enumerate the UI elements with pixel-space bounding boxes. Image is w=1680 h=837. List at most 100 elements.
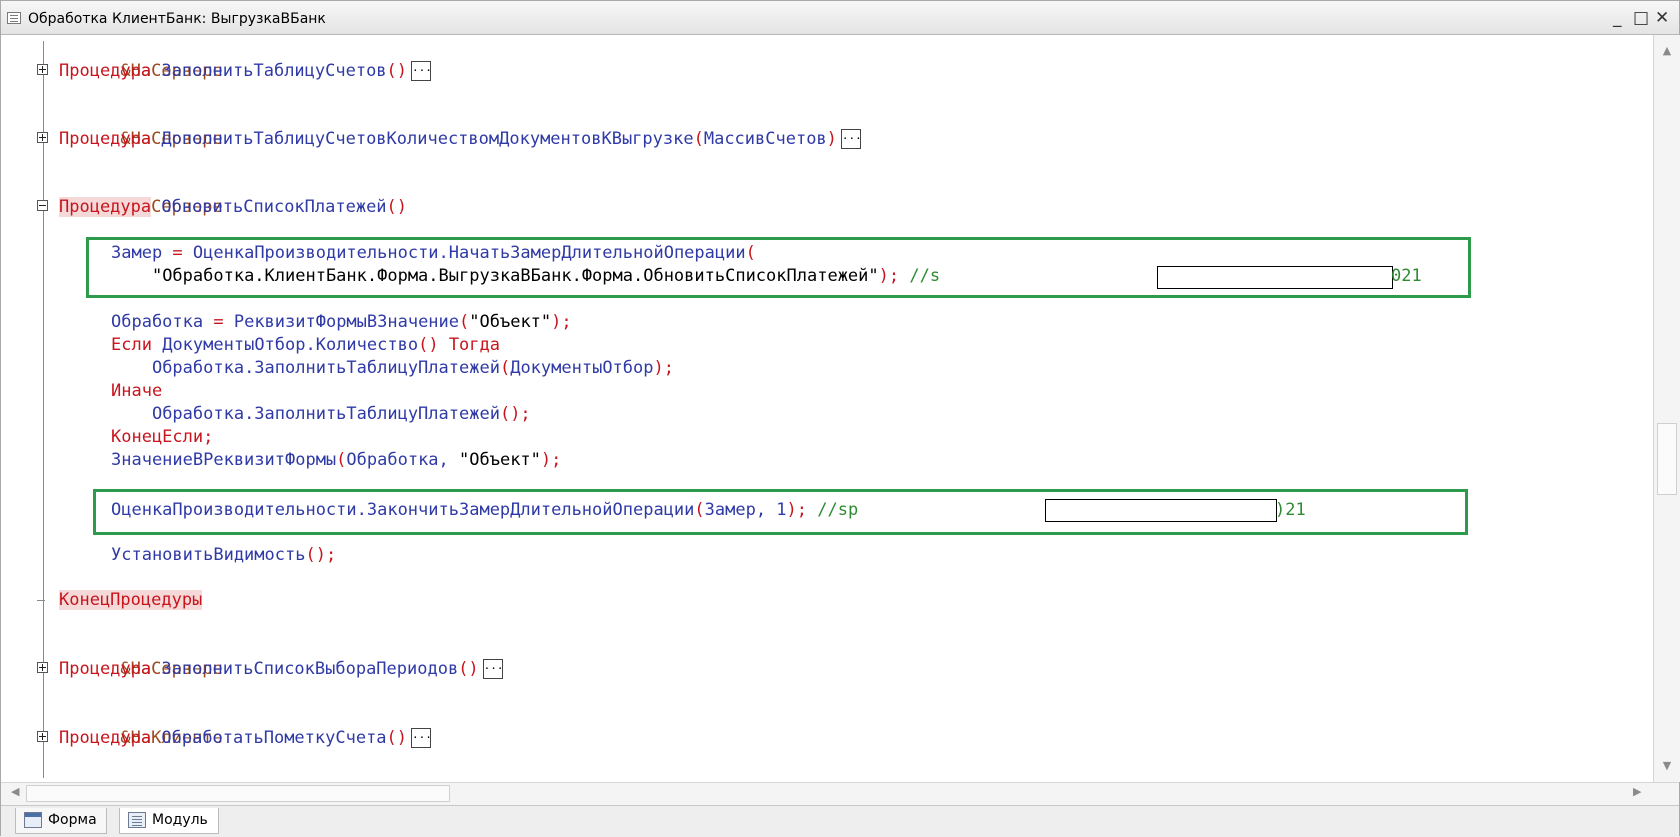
scroll-left-icon[interactable]: ◀ [11,785,19,798]
horizontal-scroll-thumb[interactable] [26,785,450,802]
string-literal: "Объект" [459,450,541,470]
code-line[interactable]: Процедура ЗаполнитьТаблицуСчетов()... [59,60,432,83]
comment: //s [909,266,941,286]
paren: ); [540,450,562,470]
string-literal: "Объект" [469,312,552,332]
fold-expand-icon[interactable] [37,662,48,673]
vertical-scroll-thumb[interactable] [1657,423,1677,495]
scroll-up-icon[interactable]: ▲ [1654,39,1680,63]
code-line[interactable]: Если ДокументыОтбор.Количество() Тогда [111,334,500,357]
procedure-keyword: Процедура [59,728,152,748]
tab-label: Форма [48,812,97,828]
paren: ( [459,312,470,332]
code-line[interactable]: УстановитьВидимость(); [111,544,336,567]
method-call: Обработка.ЗаполнитьТаблицуПлатежей [151,358,500,378]
code-line[interactable]: &НаСервере [59,635,222,679]
method-call: ЗначениеВРеквизитФормы [111,450,337,470]
operator: = [162,243,193,263]
paren: ); [786,500,818,520]
method-call: ОценкаПроизводительности.ЗакончитьЗамерД… [111,500,695,520]
code-line[interactable]: Процедура ОбновитьСписокПлатежей() [59,196,407,219]
form-icon [24,812,42,828]
parens: () [418,335,439,355]
tab-label: Модуль [152,812,208,828]
module-editor-window: Обработка КлиентБанк: ВыгрузкаВБанк _ □ … [0,0,1680,837]
paren: ( [336,450,347,470]
operator: = [203,312,234,332]
method-call: РеквизитФормыВЗначение [233,312,460,332]
collapsed-block-marker[interactable]: ... [840,129,862,149]
code-line[interactable]: &НаСервере [59,37,222,81]
tab-form[interactable]: Форма [15,808,107,834]
code-line[interactable]: Процедура ОбработатьПометкуСчета()... [59,727,432,750]
paren: ( [693,129,704,149]
code-line[interactable]: &НаСервере [59,105,222,149]
else-keyword: Иначе [111,381,163,401]
code-line[interactable]: Обработка.ЗаполнитьТаблицуПлатежей(Докум… [111,357,674,380]
editor-tab-bar: Форма Модуль [1,805,1679,837]
method-call: ДокументыОтбор.Количество [162,335,419,355]
module-icon [128,812,146,828]
variable: Обработка [111,312,204,332]
procedure-name: ЗаполнитьТаблицуСчетов [161,61,387,81]
parens: () [386,61,408,81]
variable: Замер [111,243,163,263]
code-line[interactable]: Процедура ДополнитьТаблицуСчетовКоличест… [59,128,862,151]
code-line[interactable]: ЗначениеВРеквизитФормы(Обработка, "Объек… [111,449,561,472]
window-title: Обработка КлиентБанк: ВыгрузкаВБанк [28,11,326,27]
fold-expand-icon[interactable] [37,64,48,75]
procedure-name: ЗаполнитьСписокВыбораПериодов [161,659,459,679]
parens: () [458,659,479,679]
code-line[interactable]: Процедура ЗаполнитьСписокВыбораПериодов(… [59,658,504,681]
collapsed-block-marker[interactable]: ... [482,659,504,679]
paren: ( [694,500,705,520]
procedure-name: ДополнитьТаблицуСчетовКоличествомДокумен… [161,129,694,149]
code-line[interactable]: ОценкаПроизводительности.ЗакончитьЗамерД… [111,499,858,522]
method-call: Обработка.ЗаполнитьТаблицуПлатежей [151,404,500,424]
parens: (); [305,545,337,565]
code-line[interactable]: КонецЕсли; [111,426,213,449]
code-line[interactable]: Иначе [111,380,162,403]
endif-keyword: КонецЕсли [111,427,204,447]
code-line[interactable]: &НаСервере [59,173,222,217]
procedure-keyword: Процедура [59,129,152,149]
title-bar[interactable]: Обработка КлиентБанк: ВыгрузкаВБанк _ □ … [1,1,1679,35]
maximize-button[interactable]: □ [1633,8,1649,28]
procedure-keyword: Процедура [59,61,152,81]
parens: () [386,197,408,217]
fold-expand-icon[interactable] [37,132,48,143]
code-line[interactable]: Замер = ОценкаПроизводительности.НачатьЗ… [111,242,756,265]
paren: ); [878,266,910,286]
code-line[interactable]: КонецПроцедуры [59,589,203,612]
close-button[interactable]: ✕ [1655,8,1669,28]
semicolon: ; [203,427,214,447]
parens: () [386,728,408,748]
procedure-name: ОбновитьСписокПлатежей [161,197,387,217]
paren: ); [551,312,572,332]
tab-module[interactable]: Модуль [119,808,219,834]
fold-expand-icon[interactable] [37,731,48,742]
comment-tail: )21 [1275,500,1306,520]
comment-tail: 021 [1391,266,1422,286]
comment: //sp [817,500,859,520]
minimize-button[interactable]: _ [1613,8,1622,28]
scroll-down-icon[interactable]: ▼ [1654,754,1680,778]
if-keyword: Если [111,335,152,355]
collapsed-block-marker[interactable]: ... [411,728,432,748]
fold-collapse-icon[interactable] [37,200,48,211]
endprocedure-keyword: КонецПроцедуры [59,590,203,610]
scroll-right-icon[interactable]: ▶ [1633,785,1641,798]
procedure-keyword: Процедура [59,197,152,217]
code-line[interactable]: Обработка = РеквизитФормыВЗначение("Объе… [111,311,572,334]
code-line[interactable]: "Обработка.КлиентБанк.Форма.ВыгрузкаВБан… [111,265,940,288]
horizontal-scrollbar[interactable]: ◀ ▶ [1,782,1679,805]
code-line[interactable]: &НаКлиенте [59,704,222,748]
collapsed-block-marker[interactable]: ... [411,61,432,81]
paren: ( [499,358,511,378]
code-line[interactable]: Обработка.ЗаполнитьТаблицуПлатежей(); [111,403,531,426]
vertical-scrollbar[interactable]: ▲ ▼ [1653,35,1680,782]
code-editor[interactable]: &НаСервере Процедура ЗаполнитьТаблицуСче… [1,35,1653,782]
procedure-keyword: Процедура [59,659,152,679]
